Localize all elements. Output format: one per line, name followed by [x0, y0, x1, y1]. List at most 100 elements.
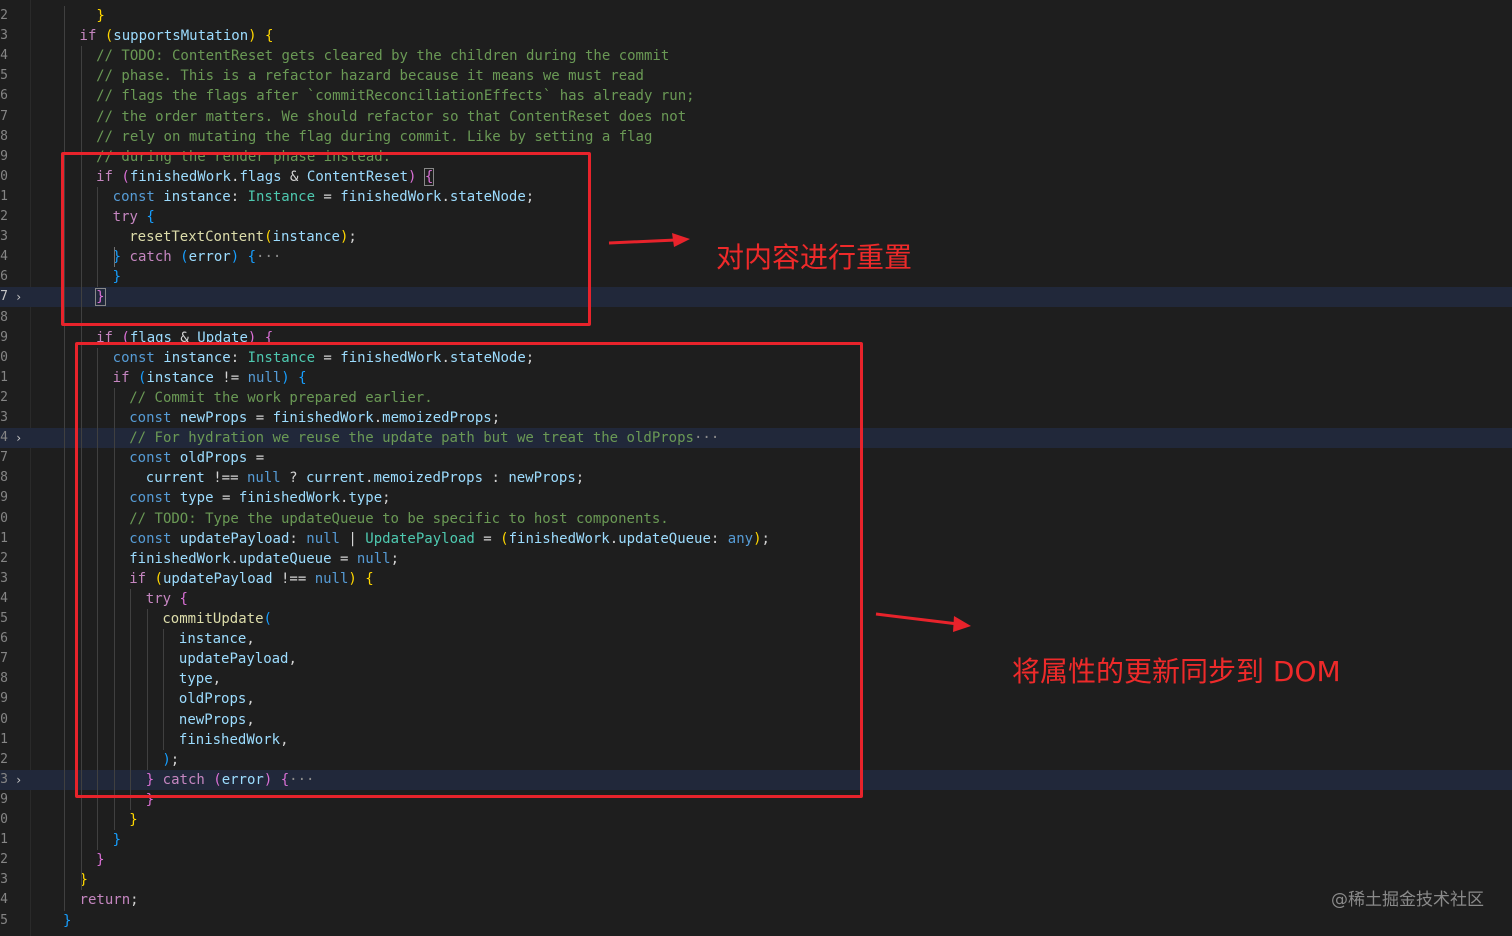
line-number: 1: [0, 832, 8, 848]
line-number: 9: [0, 490, 8, 506]
code-text: if (supportsMutation) {: [80, 26, 274, 46]
line-number: 8: [0, 128, 8, 144]
code-line[interactable]: 4 // TODO: ContentReset gets cleared by t…: [0, 46, 1512, 66]
code-token: // rely on mutating the flag during comm…: [96, 128, 653, 145]
arrow-right-icon: [608, 233, 690, 247]
line-number: 1: [0, 530, 8, 546]
chevron-right-icon[interactable]: ›: [15, 770, 25, 790]
line-number: 1: [0, 188, 8, 204]
code-line[interactable]: 3}: [0, 870, 1512, 890]
chevron-right-icon[interactable]: ›: [15, 287, 25, 307]
code-token: return: [79, 892, 131, 909]
line-number: 5: [0, 68, 8, 84]
line-number: 7: [0, 289, 8, 305]
code-token: }: [96, 8, 105, 24]
code-token: supportsMutation: [113, 28, 249, 45]
line-number: 7: [0, 108, 8, 124]
line-number: 3: [0, 229, 8, 245]
code-text: return;: [80, 890, 139, 910]
code-text: }: [129, 810, 137, 830]
annotation-update-dom: 将属性的更新同步到 DOM: [1012, 655, 1341, 688]
highlight-box-content-reset: [61, 152, 591, 326]
line-number: 2: [0, 751, 8, 767]
code-token: ;: [130, 892, 139, 909]
code-line[interactable]: 5 // phase. This is a refactor hazard bec…: [0, 66, 1512, 86]
chevron-right-icon[interactable]: ›: [15, 428, 25, 448]
line-number: 0: [0, 711, 8, 727]
line-number: 3: [0, 410, 8, 425]
code-token: // TODO: ContentReset gets cleared by th…: [96, 48, 670, 65]
code-token: // phase. This is a refactor hazard beca…: [96, 68, 644, 85]
code-token: ): [248, 28, 257, 45]
code-text: // the order matters. We should refactor…: [96, 107, 686, 127]
code-text: // rely on mutating the flag during comm…: [96, 127, 652, 147]
line-number: 9: [0, 691, 8, 707]
code-line[interactable]: 8 // rely on mutating the flag during com…: [0, 127, 1512, 147]
code-token: }: [129, 812, 138, 828]
code-text: // TODO: ContentReset gets cleared by th…: [96, 46, 669, 66]
code-text: }: [63, 911, 71, 931]
code-line[interactable]: 2 }: [0, 6, 1512, 26]
line-number: 9: [0, 329, 8, 345]
line-number: 5: [0, 912, 8, 928]
code-text: // phase. This is a refactor hazard beca…: [96, 66, 644, 86]
line-number: 0: [0, 812, 8, 827]
line-number: 5: [0, 611, 8, 626]
code-text: // flags the flags after `commitReconcil…: [96, 86, 694, 106]
code-token: }: [112, 832, 122, 849]
code-line[interactable]: 4 return;: [0, 890, 1512, 910]
code-line[interactable]: 0}: [0, 810, 1512, 830]
line-number: 8: [0, 671, 8, 687]
line-number: 2: [0, 852, 8, 868]
line-number: 0: [0, 168, 8, 184]
line-number: 3: [0, 771, 8, 787]
line-number: 4: [0, 48, 8, 64]
line-number: 2: [0, 389, 8, 405]
code-token: }: [63, 912, 72, 929]
code-token: }: [96, 852, 105, 869]
line-number: 0: [0, 349, 8, 365]
code-line[interactable]: 1}: [0, 830, 1512, 850]
line-number: 1: [0, 731, 8, 747]
line-number: 4: [0, 892, 8, 908]
code-text: }: [96, 850, 104, 870]
line-number: 7: [0, 450, 8, 466]
line-number: 3: [0, 570, 8, 586]
line-number: 0: [0, 510, 8, 526]
line-number: 2: [0, 550, 8, 566]
code-token: {: [265, 28, 274, 45]
line-number: 4: [0, 249, 8, 265]
line-number: 4: [0, 430, 8, 446]
line-number: 2: [0, 8, 8, 23]
annotation-content-reset: 对内容进行重置: [716, 241, 913, 274]
line-number: 2: [0, 209, 8, 224]
line-number: 3: [0, 28, 8, 44]
arrow-right-icon: [875, 612, 971, 632]
watermark: @稀土掘金技术社区: [1331, 890, 1484, 910]
highlight-box-update: [75, 342, 863, 798]
line-number: 6: [0, 88, 8, 104]
code-token: // the order matters. We should refactor…: [96, 108, 687, 125]
code-token: if: [79, 28, 97, 45]
code-line[interactable]: 5}: [0, 911, 1512, 931]
code-line[interactable]: 2}: [0, 850, 1512, 870]
code-token: // flags the flags after `commitReconcil…: [96, 88, 695, 105]
code-line[interactable]: 3 if (supportsMutation) {: [0, 26, 1512, 46]
indent-guide: [64, 6, 65, 911]
line-number: 3: [0, 872, 8, 888]
code-text: }: [113, 830, 121, 850]
line-number: 1: [0, 369, 8, 385]
line-number: 8: [0, 309, 8, 325]
line-number: 6: [0, 269, 8, 285]
code-line[interactable]: 7 // the order matters. We should refacto…: [0, 107, 1512, 127]
line-number: 8: [0, 470, 8, 486]
line-number: 9: [0, 791, 8, 807]
code-line[interactable]: 6 // flags the flags after `commitReconci…: [0, 86, 1512, 106]
code-text: }: [80, 6, 105, 26]
line-number: 9: [0, 148, 8, 164]
line-number: 6: [0, 631, 8, 647]
line-number: 7: [0, 651, 8, 667]
